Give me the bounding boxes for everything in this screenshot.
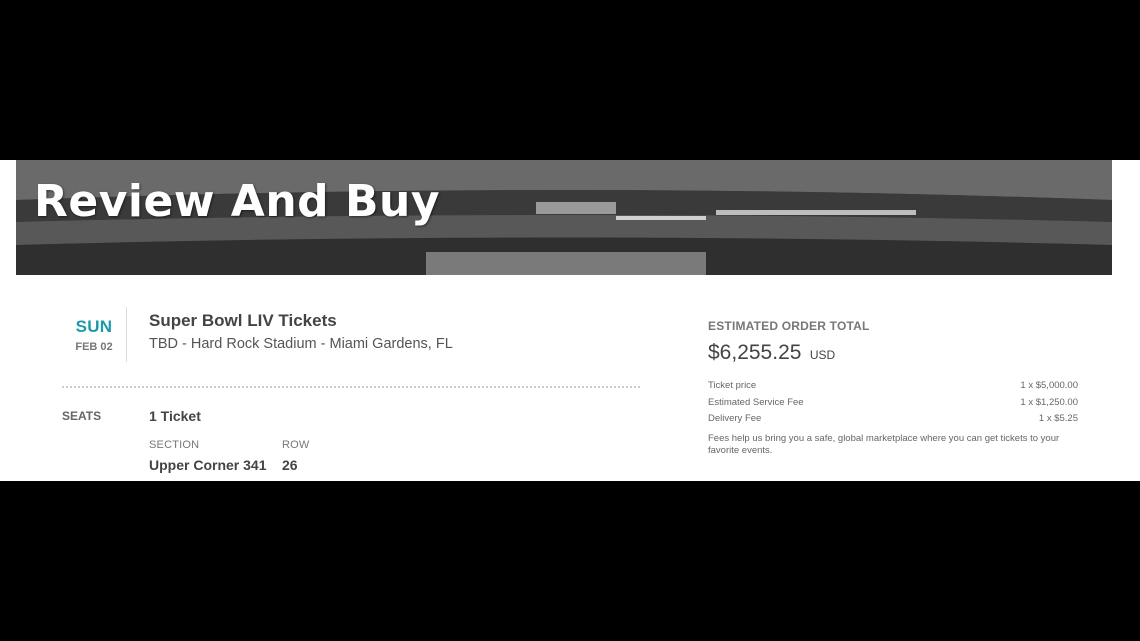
event-day: SUN (75, 317, 113, 336)
stadium-banner: Review And Buy (16, 160, 1112, 275)
event-info: Super Bowl LIV Tickets TBD - Hard Rock S… (149, 311, 453, 352)
fee-note: Fees help us bring you a safe, global ma… (708, 432, 1060, 457)
fee-row: Estimated Service Fee 1 x $1,250.00 (708, 395, 1078, 412)
fee-list: Ticket price 1 x $5,000.00 Estimated Ser… (708, 378, 1078, 428)
page-title: Review And Buy (34, 176, 441, 227)
event-date-text: FEB 02 (75, 341, 113, 353)
order-currency: USD (809, 348, 836, 362)
order-total: $6,255.25 USD (708, 341, 1078, 365)
fee-row: Delivery Fee 1 x $5.25 (708, 411, 1078, 428)
date-divider (126, 307, 127, 362)
fee-value: 1 x $5.25 (1038, 413, 1078, 424)
order-total-amount: $6,255.25 (708, 341, 802, 364)
fee-row: Ticket price 1 x $5,000.00 (708, 378, 1078, 395)
fee-name: Estimated Service Fee (708, 396, 804, 408)
section-value: Upper Corner 341 (149, 457, 267, 473)
order-total-label: ESTIMATED ORDER TOTAL (708, 319, 870, 333)
ticket-count: 1 Ticket (149, 408, 201, 424)
order-summary: ESTIMATED ORDER TOTAL $6,255.25 USD Tick… (708, 319, 1078, 458)
event-venue: TBD - Hard Rock Stadium - Miami Gardens,… (149, 336, 453, 352)
seats-label: SEATS (62, 409, 102, 423)
review-page: Review And Buy SUN FEB 02 Super Bowl LIV… (0, 160, 1140, 481)
event-date: SUN FEB 02 (62, 317, 126, 353)
event-title: Super Bowl LIV Tickets (149, 311, 337, 330)
row-label: ROW (282, 439, 310, 451)
section-label: SECTION (149, 439, 200, 451)
fee-name: Delivery Fee (708, 413, 762, 424)
fee-name: Ticket price (708, 380, 757, 391)
fee-value: 1 x $1,250.00 (1020, 396, 1078, 408)
fee-value: 1 x $5,000.00 (1020, 380, 1078, 391)
dotted-divider (62, 386, 640, 388)
row-value: 26 (282, 457, 298, 473)
